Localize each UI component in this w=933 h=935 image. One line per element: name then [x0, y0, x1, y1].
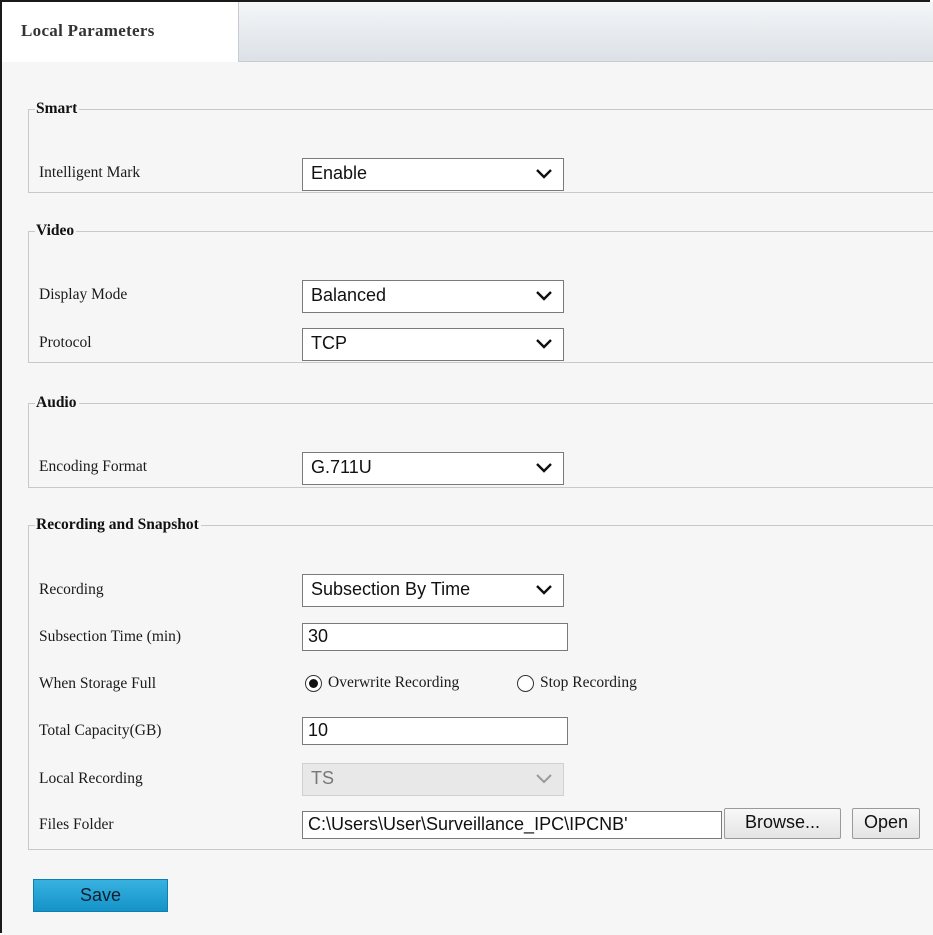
encoding-format-label: Encoding Format — [39, 458, 148, 475]
local-parameters-page: Local Parameters Smart Intelligent Mark … — [0, 0, 933, 935]
subsection-time-input[interactable]: 30 — [302, 623, 568, 651]
stop-recording-label[interactable]: Stop Recording — [540, 674, 637, 692]
save-button[interactable]: Save — [33, 879, 168, 912]
protocol-label: Protocol — [39, 334, 92, 351]
encoding-format-select[interactable]: G.711U — [302, 452, 564, 485]
chevron-down-icon — [536, 291, 552, 301]
video-legend: Video — [36, 222, 75, 239]
audio-section: Audio Encoding Format G.711U — [28, 394, 933, 488]
display-mode-value: Balanced — [311, 285, 387, 305]
protocol-value: TCP — [311, 333, 347, 353]
tab-local-parameters[interactable]: Local Parameters — [2, 2, 239, 62]
chevron-down-icon — [536, 774, 552, 784]
recording-value: Subsection By Time — [311, 579, 471, 599]
audio-legend: Audio — [36, 394, 77, 411]
intelligent-mark-label: Intelligent Mark — [39, 164, 141, 181]
stop-recording-radio[interactable] — [517, 675, 534, 692]
total-capacity-label: Total Capacity(GB) — [39, 722, 162, 739]
smart-section: Smart Intelligent Mark Enable — [28, 100, 933, 193]
total-capacity-input[interactable]: 10 — [302, 717, 568, 745]
chevron-down-icon — [536, 169, 552, 179]
subsection-time-label: Subsection Time (min) — [39, 628, 182, 645]
recording-snapshot-section: Recording and Snapshot Recording Subsect… — [28, 516, 933, 850]
chevron-down-icon — [536, 339, 552, 349]
storage-full-label: When Storage Full — [39, 675, 157, 692]
overwrite-recording-radio[interactable] — [305, 675, 322, 692]
chevron-down-icon — [536, 463, 552, 473]
recording-snapshot-legend: Recording and Snapshot — [36, 516, 199, 533]
local-recording-label: Local Recording — [39, 770, 143, 787]
smart-legend: Smart — [36, 100, 78, 117]
protocol-select[interactable]: TCP — [302, 328, 564, 361]
display-mode-select[interactable]: Balanced — [302, 280, 564, 313]
video-section: Video Display Mode Balanced Protocol TCP — [28, 222, 933, 363]
overwrite-recording-label[interactable]: Overwrite Recording — [328, 674, 459, 692]
tab-bar: Local Parameters — [2, 2, 933, 62]
local-recording-value: TS — [311, 768, 335, 788]
files-folder-input[interactable]: C:\Users\User\Surveillance_IPC\IPCNB' — [302, 811, 722, 839]
open-button[interactable]: Open — [852, 808, 920, 839]
recording-select[interactable]: Subsection By Time — [302, 574, 564, 607]
chevron-down-icon — [536, 585, 552, 595]
display-mode-label: Display Mode — [39, 286, 128, 303]
intelligent-mark-select[interactable]: Enable — [302, 158, 564, 191]
encoding-format-value: G.711U — [311, 457, 372, 477]
browse-button[interactable]: Browse... — [724, 808, 841, 839]
files-folder-label: Files Folder — [39, 816, 114, 833]
local-recording-select: TS — [302, 763, 564, 796]
intelligent-mark-value: Enable — [311, 163, 368, 183]
settings-panel: Smart Intelligent Mark Enable Video Disp… — [2, 62, 933, 935]
recording-label: Recording — [39, 581, 104, 598]
